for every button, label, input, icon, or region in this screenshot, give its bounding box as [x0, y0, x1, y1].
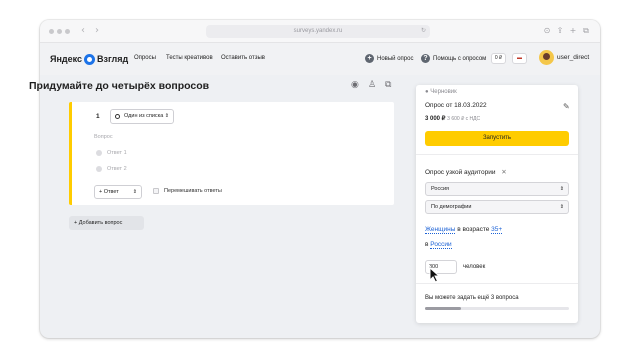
add-answer-label: Ответ: [103, 189, 119, 195]
radio-icon: [115, 114, 120, 119]
question-number: 1: [96, 113, 100, 120]
radio-icon: [96, 166, 102, 172]
browser-toolbar: ‹ › surveys.yandex.ru ↻ ⊙ ⇪ + ⧉: [40, 20, 600, 43]
add-question-button[interactable]: + Добавить вопрос: [69, 216, 144, 230]
targeting-select[interactable]: По демографии ⇕: [425, 200, 569, 214]
window-dot-icon[interactable]: [57, 29, 62, 34]
page-title: Придумайте до четырёх вопросов: [29, 80, 210, 92]
chevron-updown-icon: ⇕: [164, 113, 169, 119]
logo[interactable]: Яндекс Взгляд: [50, 53, 128, 65]
region-link[interactable]: России: [430, 241, 452, 249]
close-icon[interactable]: ✕: [501, 169, 506, 176]
targeting-value: По демографии: [431, 204, 472, 210]
username[interactable]: user_direct: [557, 54, 589, 61]
question-type-label: Один из списка: [124, 113, 164, 119]
audience-line-1: Женщины в возрасте 35+: [425, 226, 503, 234]
survey-summary: ● Черновик Опрос от 18.03.2022 ✎ 3 000 ₽…: [416, 85, 578, 155]
country-select[interactable]: Россия ⇕: [425, 182, 569, 196]
age-link[interactable]: 35+: [491, 226, 503, 234]
question-icon: ?: [421, 54, 430, 63]
audience-line-2: в России: [425, 241, 452, 249]
add-question-label: Добавить вопрос: [78, 220, 123, 226]
chevron-updown-icon: ⇕: [132, 189, 137, 195]
divider: [416, 283, 578, 284]
country-value: Россия: [431, 186, 450, 192]
user-icon[interactable]: ♙: [368, 80, 376, 90]
help-label: Помощь с опросом: [433, 55, 487, 62]
nav-creative-tests[interactable]: Тесты креативов: [166, 55, 213, 61]
flag-icon[interactable]: ▬: [512, 53, 527, 64]
tabs-icon[interactable]: ⧉: [581, 26, 591, 36]
eye-icon[interactable]: ◉: [351, 80, 359, 90]
copy-icon[interactable]: ⧉: [385, 80, 391, 90]
status-badge: ● Черновик: [425, 89, 457, 95]
back-arrow-icon[interactable]: ‹: [81, 25, 85, 36]
forward-arrow-icon[interactable]: ›: [95, 25, 99, 36]
shuffle-checkbox[interactable]: Перемешивать ответы: [153, 188, 222, 194]
window-dot-icon[interactable]: [49, 29, 54, 34]
plus-icon: +: [365, 54, 374, 63]
logo-product: Взгляд: [97, 54, 129, 64]
audience-title: Опрос узкой аудитории ✕: [425, 169, 507, 176]
price: 3 000 ₽ 3 600 ₽ с НДС: [425, 115, 480, 122]
mouse-cursor-icon: [429, 267, 441, 283]
chevron-updown-icon: ⇕: [559, 204, 564, 210]
remaining-progress: [425, 307, 569, 310]
logo-text: Яндекс: [50, 54, 83, 64]
answer-option[interactable]: Ответ 2: [96, 166, 127, 172]
download-icon[interactable]: ⊙: [542, 26, 552, 36]
avatar[interactable]: [539, 50, 554, 65]
shuffle-label: Перемешивать ответы: [164, 188, 222, 194]
edit-icon[interactable]: ✎: [563, 102, 570, 111]
question-card: 1 Один из списка ⇕ Вопрос Ответ 1 Ответ …: [69, 102, 394, 205]
checkbox-icon: [153, 188, 159, 194]
answer-option-label: Ответ 1: [107, 150, 127, 156]
answer-option-label: Ответ 2: [107, 166, 127, 172]
logo-eye-icon: [84, 53, 96, 65]
radio-icon: [96, 150, 102, 156]
launch-button[interactable]: Запустить: [425, 131, 569, 146]
nav-surveys[interactable]: Опросы: [134, 55, 156, 61]
help-button[interactable]: ? Помощь с опросом: [421, 54, 486, 63]
nav-feedback[interactable]: Оставить отзыв: [221, 55, 265, 61]
progress-fill: [425, 307, 461, 310]
new-tab-icon[interactable]: +: [568, 26, 578, 36]
add-answer-button[interactable]: + Ответ ⇕: [94, 185, 142, 199]
survey-sidebar: ● Черновик Опрос от 18.03.2022 ✎ 3 000 ₽…: [416, 85, 578, 323]
remaining-questions: Вы можете задать ещё 3 вопроса: [425, 295, 519, 301]
address-bar[interactable]: surveys.yandex.ru ↻: [206, 25, 430, 38]
survey-title: Опрос от 18.03.2022: [425, 102, 487, 109]
window-dot-icon[interactable]: [65, 29, 70, 34]
new-survey-label: Новый опрос: [377, 55, 414, 62]
answer-option[interactable]: Ответ 1: [96, 150, 127, 156]
reload-icon[interactable]: ↻: [421, 25, 426, 38]
gender-link[interactable]: Женщины: [425, 226, 456, 234]
question-input[interactable]: Вопрос: [94, 134, 113, 140]
new-survey-button[interactable]: + Новый опрос: [365, 54, 413, 63]
share-icon[interactable]: ⇪: [555, 26, 565, 36]
price-value: 3 000 ₽: [425, 116, 446, 122]
price-vat: 3 600 ₽ с НДС: [447, 116, 481, 122]
question-type-select[interactable]: Один из списка ⇕: [110, 109, 174, 124]
url-text: surveys.yandex.ru: [293, 28, 343, 34]
respondents-unit: человек: [463, 264, 486, 270]
balance-badge[interactable]: 0 ₽: [491, 53, 506, 64]
chevron-updown-icon: ⇕: [559, 186, 564, 192]
